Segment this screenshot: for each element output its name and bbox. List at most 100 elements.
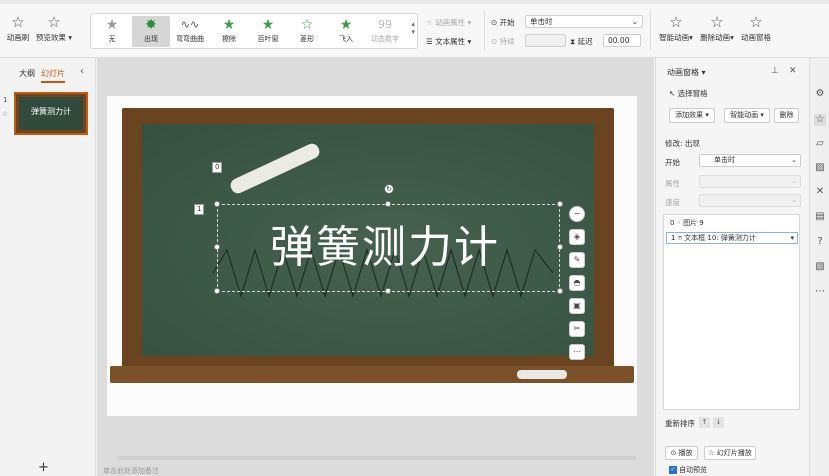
settings-icon[interactable]: ⚙ [814,88,826,100]
chevron-down-icon: ⌄ [791,156,797,164]
resize-handle[interactable] [557,288,563,294]
check-icon: ✓ [669,466,677,474]
animation-pane-button[interactable]: ☆ 动画窗格 [730,12,782,43]
anim-attr-dropdown[interactable]: ☆ 动画属性 ▾ [426,17,471,28]
add-effect-button[interactable]: 添加效果 ▾ [669,108,715,123]
pane-title[interactable]: 动画窗格 ▾ [667,67,706,78]
notes-placeholder[interactable]: 单击此处添加备注 [103,466,159,476]
horizontal-scrollbar[interactable] [117,456,637,460]
effect-diamond[interactable]: ☆ 菱形 [288,16,326,47]
help-icon[interactable]: ? [814,236,826,248]
cross-icon[interactable]: ✕ [814,186,826,198]
start-select[interactable]: 单击时 ⌄ [699,154,801,167]
ribbon-top-strip [0,0,829,4]
move-up-button[interactable]: ↑ [699,417,710,428]
anim-marker-1: 1 [194,204,205,215]
property-label: 属性 [665,179,680,188]
star-icon[interactable]: ☆ [814,114,826,126]
speed-select[interactable]: ⌄ [699,194,801,207]
side-toolbar: ⚙ ☆ ▱ ▨ ✕ ▤ ? ▧ ⋯ [809,58,829,476]
more-icon[interactable]: ⋯ [814,286,826,298]
resize-handle[interactable] [214,244,220,250]
pen-icon[interactable]: ✎ [569,252,585,268]
slide-thumbnail[interactable]: 弹簧测力计 [14,92,88,135]
reorder-label: 重新排序 [665,419,695,428]
tab-slides[interactable]: 幻灯片 [41,68,65,83]
digits-icon: 99 [378,18,392,31]
effect-fly-in[interactable]: ★ 飞入 [327,16,365,47]
layers-icon[interactable]: ◈ [569,229,585,245]
add-slide-button[interactable]: + [38,460,49,475]
picture-icon[interactable]: ▧ [814,261,826,273]
start-select[interactable]: 单击时 ⌄ [525,15,643,28]
pin-icon[interactable]: ⊥ [771,66,779,76]
delay-label: ⧗ 延迟 [570,37,593,46]
more-icon[interactable]: ⋯ [569,344,585,360]
effect-gallery: ★ 无 ✸ 出现 ∿∿ 弯弯曲曲 ★ 擦除 ★ 百叶窗 ☆ 菱形 ★ 飞入 99 [90,13,418,49]
list-item[interactable]: 1 ⌾ 文本框 10: 弹簧测力计 ▾ [666,232,798,244]
animation-indicator-icon: ☆ [2,110,9,118]
fill-icon[interactable]: ◓ [569,275,585,291]
resize-handle[interactable] [557,244,563,250]
resize-handle[interactable] [214,288,220,294]
frame-icon[interactable]: ▣ [569,298,585,314]
anim-marker-0: 0 [212,162,223,173]
anim-attr-icon: ☆ [426,18,436,27]
rotate-handle-icon[interactable]: ↻ [384,184,394,194]
tools-icon[interactable]: ✂ [569,321,585,337]
collapse-panel-icon[interactable]: ‹ [80,66,84,77]
delay-field[interactable]: 00.00 [603,34,641,47]
slide-canvas: 0 1 弹簧测力计 ↻ − ◈ ✎ ◓ ▣ ✂ ⋯ 单击此处添加备注 [97,58,654,476]
text-attr-dropdown[interactable]: ☰ 文本属性 ▾ [426,36,471,47]
effect-blinds[interactable]: ★ 百叶窗 [249,16,287,47]
minus-icon[interactable]: − [569,206,585,222]
ribbon-separator [484,10,485,50]
play-button[interactable]: ⊙ 播放 [665,446,698,460]
chevron-down-icon: ⌄ [791,177,797,185]
resize-handle[interactable] [214,201,220,207]
duration-field[interactable] [525,34,566,47]
slide-number: 1 [3,96,8,104]
effect-none[interactable]: ★ 无 [93,16,131,47]
slideshow-button[interactable]: ☆ 幻灯片播放 [704,446,756,460]
select-pane-link[interactable]: ↖ 选择窗格 [669,88,708,99]
chevron-down-icon: ⌄ [631,17,638,26]
ribbon: ☆ 动画刷 ☆ 预览效果 ▾ ★ 无 ✸ 出现 ∿∿ 弯弯曲曲 ★ 擦除 ★ 百… [0,0,829,58]
chevron-down-icon: ▾ [790,234,794,242]
effect-wipe[interactable]: ★ 擦除 [210,16,248,47]
speed-label: 速度 [665,198,680,207]
clock-icon: ⊙ [491,18,500,27]
effect-dynamic-digits[interactable]: 99 动态数字 [366,16,404,47]
image-icon[interactable]: ▨ [814,162,826,174]
effect-appear[interactable]: ✸ 出现 [132,16,170,47]
move-down-button[interactable]: ↓ [713,417,724,428]
list-item[interactable]: 0 ◦ 图片 9 [666,218,798,230]
pointer-icon: ↖ [669,89,678,98]
auto-preview-checkbox[interactable]: ✓ 自动预览 [669,465,707,475]
wave-icon: ∿∿ [180,18,200,31]
close-icon[interactable]: ✕ [789,66,797,76]
slide[interactable]: 0 1 弹簧测力计 ↻ − ◈ ✎ ◓ ▣ ✂ ⋯ [107,96,637,416]
start-label: ⊙ 开始 [491,18,515,27]
star-outline-icon: ★ [105,17,119,33]
star-diamond-icon: ☆ [300,17,314,33]
document-icon[interactable]: ▤ [814,211,826,223]
resize-handle[interactable] [557,201,563,207]
selection-box [217,204,560,292]
effect-wave[interactable]: ∿∿ 弯弯曲曲 [171,16,209,47]
resize-handle[interactable] [385,288,391,294]
shape-icon[interactable]: ▱ [814,138,826,150]
slideshow-icon: ☆ [708,449,717,457]
chalk-small [517,370,567,379]
delete-button[interactable]: 删除 [774,108,799,123]
star-fly-icon: ★ [339,17,353,33]
preview-effect-button[interactable]: ☆ 预览效果 ▾ [28,12,80,43]
resize-handle[interactable] [385,201,391,207]
modify-label: 修改: 出现 [665,139,700,148]
property-select[interactable]: ⌄ [699,175,801,188]
gallery-scroll-icon[interactable]: ▴ ▾ [411,20,415,36]
star-blinds-icon: ★ [261,17,275,33]
duration-icon: ⊙ [491,37,500,46]
tab-outline[interactable]: 大纲 [19,68,35,79]
smart-anim-button[interactable]: 智能动画 ▾ [724,108,770,123]
